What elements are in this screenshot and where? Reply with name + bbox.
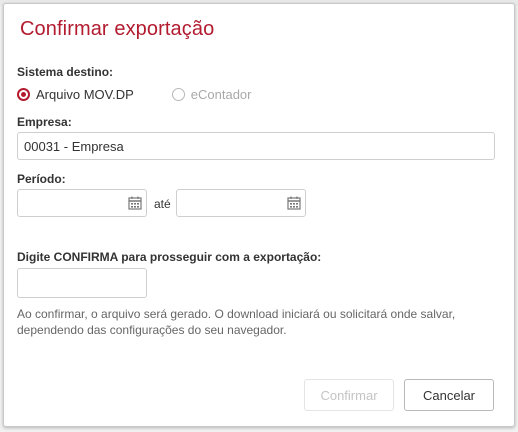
calendar-icon[interactable]	[128, 196, 142, 210]
periodo-to-field[interactable]	[176, 189, 306, 217]
confirm-button[interactable]: Confirmar	[304, 379, 394, 411]
radio-selected-icon	[17, 88, 30, 101]
radio-label-econtador: eContador	[190, 87, 252, 102]
periodo-from-field[interactable]	[17, 189, 147, 217]
periodo-label: Período:	[17, 172, 66, 186]
cancel-button[interactable]: Cancelar	[404, 379, 494, 411]
empresa-field[interactable]: 00031 - Empresa	[17, 132, 495, 160]
radio-label-arquivo-movdp: Arquivo MOV.DP	[36, 87, 134, 102]
sistema-destino-radio-group: Arquivo MOV.DP eContador	[17, 87, 252, 102]
sistema-destino-label: Sistema destino:	[17, 65, 114, 79]
ate-label: até	[154, 197, 171, 211]
dialog-title: Confirmar exportação	[20, 18, 215, 40]
radio-econtador[interactable]: eContador	[171, 87, 252, 102]
confirma-prompt-label: Digite CONFIRMA para prosseguir com a ex…	[17, 250, 322, 264]
radio-unselected-icon	[171, 88, 185, 101]
confirma-input[interactable]	[17, 268, 147, 298]
radio-arquivo-movdp[interactable]: Arquivo MOV.DP	[17, 87, 134, 102]
empresa-label: Empresa:	[17, 115, 72, 129]
export-confirm-dialog: Confirmar exportação Sistema destino: Ar…	[3, 3, 515, 427]
export-info-text: Ao confirmar, o arquivo será gerado. O d…	[17, 307, 456, 337]
calendar-icon[interactable]	[287, 196, 301, 210]
